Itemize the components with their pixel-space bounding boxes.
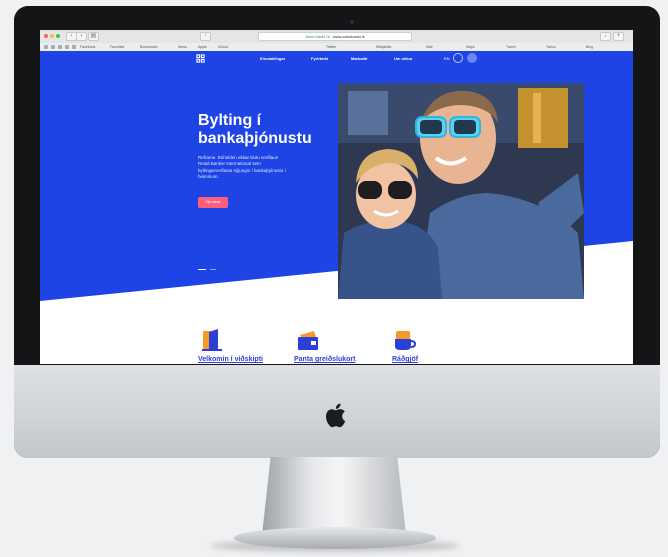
hero-description: Reframe. Búhelden ekkar klutu verðlaun R… [198, 155, 286, 179]
language-switch[interactable]: EN [444, 56, 450, 61]
sidebar-icon[interactable]: ▤ [88, 32, 99, 41]
bookmark-icon[interactable] [44, 45, 48, 49]
feature-link-radgjof[interactable]: Ráðgjöf [392, 356, 418, 363]
door-icon[interactable] [200, 329, 224, 351]
imac-stand [262, 457, 406, 535]
site-logo-icon[interactable] [196, 54, 205, 63]
camera-dot [350, 20, 354, 24]
wallet-icon[interactable] [296, 329, 320, 351]
user-icon[interactable] [467, 53, 477, 63]
hero-photo [338, 83, 584, 299]
hero-cta-button[interactable]: Sjá nánar [198, 197, 228, 208]
bookmark-link[interactable]: Mail [426, 44, 432, 50]
bookmark-link[interactable]: iCloud [218, 44, 228, 50]
downloads-icon[interactable]: ↓ [600, 32, 611, 41]
secure-label: Arion banki hf. [305, 34, 331, 39]
coffee-cup-icon[interactable] [392, 329, 416, 351]
browser-toolbar: ‹ › ▤ ↑ Arion banki hf. www.arionbanki.is… [40, 30, 633, 44]
bookmark-link[interactable]: Bookmarks [140, 44, 158, 50]
imac-stand-foot [234, 527, 436, 549]
nav-link-einstaklingar[interactable]: Einstaklingar [260, 56, 285, 61]
search-icon[interactable] [453, 53, 463, 63]
new-tab-icon[interactable]: + [613, 32, 624, 41]
url-bar[interactable]: Arion banki hf. www.arionbanki.is [258, 32, 412, 41]
bookmark-icon[interactable] [51, 45, 55, 49]
bookmark-link[interactable]: Bing [586, 44, 593, 50]
bookmark-link[interactable]: Twitter [326, 44, 336, 50]
slider-indicator-active[interactable] [198, 269, 206, 270]
bookmark-link[interactable]: Yahoo [546, 44, 556, 50]
bookmark-link[interactable]: Apple [198, 44, 207, 50]
hero-title: Bylting í bankaþjónustu [198, 112, 312, 147]
forward-arrow-icon[interactable]: › [76, 32, 87, 41]
web-page: Einstaklingar Fyrirtæki Markaðir Um okku… [40, 51, 633, 364]
bookmark-link[interactable]: Travel [506, 44, 516, 50]
bookmark-link[interactable]: News [178, 44, 187, 50]
url-text: www.arionbanki.is [332, 34, 365, 39]
feature-link-panta-kort[interactable]: Panta greiðslukort [294, 356, 355, 363]
bookmark-icon[interactable] [65, 45, 69, 49]
bookmark-icon[interactable] [72, 45, 76, 49]
feature-link-velkomin[interactable]: Velkomin í viðskipti [198, 356, 263, 363]
nav-link-fyrirtaeki[interactable]: Fyrirtæki [311, 56, 328, 61]
nav-link-um-okkur[interactable]: Um okkur [394, 56, 412, 61]
zoom-window-button[interactable] [56, 34, 60, 38]
bookmark-link[interactable]: Maps [466, 44, 475, 50]
bookmark-link[interactable]: Facebook [80, 44, 95, 50]
nav-link-markadir[interactable]: Markaðir [351, 56, 368, 61]
slider-indicator[interactable] [210, 269, 216, 270]
minimize-window-button[interactable] [50, 34, 54, 38]
bookmark-link[interactable]: Favorites [110, 44, 124, 50]
bookmark-link[interactable]: Wikipedia [376, 44, 391, 50]
screen: ‹ › ▤ ↑ Arion banki hf. www.arionbanki.is… [40, 30, 633, 364]
close-window-button[interactable] [44, 34, 48, 38]
share-icon[interactable]: ↑ [200, 32, 211, 41]
apple-logo-icon [326, 403, 346, 428]
bookmark-icon[interactable] [58, 45, 62, 49]
